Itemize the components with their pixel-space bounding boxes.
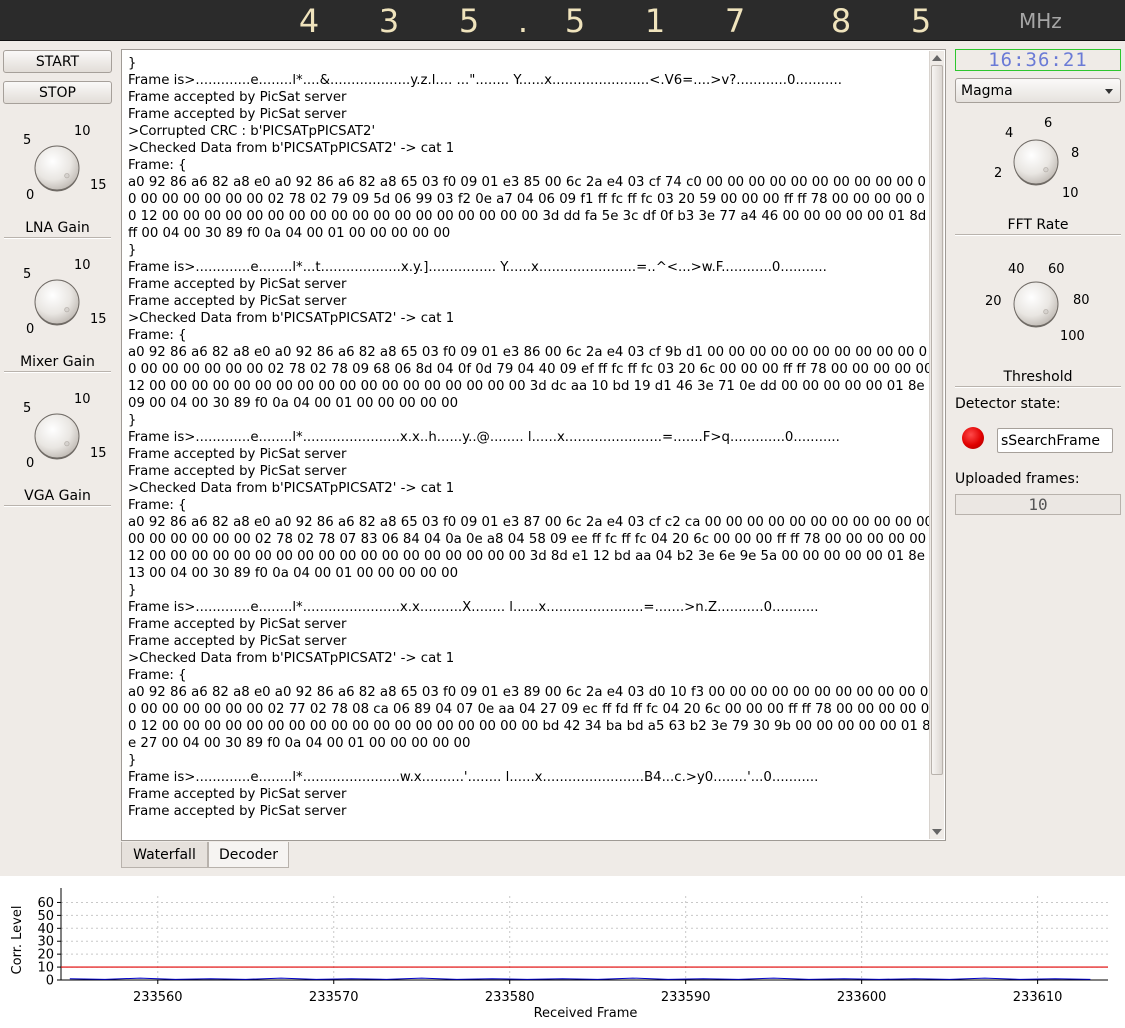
knob-tick-label: 5 — [23, 267, 32, 282]
knob-tick-label: 60 — [1048, 262, 1065, 277]
stop-button[interactable]: STOP — [3, 81, 112, 104]
knob-tick-label: 10 — [74, 124, 91, 139]
separator — [955, 386, 1121, 388]
scroll-up-icon[interactable] — [932, 55, 942, 61]
frequency-digits[interactable]: 4 3 5. 5 1 7 8 5 — [0, 0, 1000, 40]
colormap-value: Magma — [961, 83, 1013, 99]
knob-name-label: Mixer Gain — [20, 354, 95, 370]
x-axis-label: Received Frame — [534, 1006, 638, 1021]
x-tick-label: 233590 — [661, 990, 711, 1005]
y-tick-label: 10 — [37, 961, 54, 976]
log-scrollbar[interactable] — [929, 51, 944, 839]
knob-tick-label: 0 — [26, 456, 35, 471]
y-tick-label: 50 — [37, 909, 54, 924]
gain-knob[interactable] — [31, 276, 83, 328]
knob-tick-label: 15 — [90, 312, 107, 327]
knob-name-label: LNA Gain — [25, 220, 90, 236]
start-button[interactable]: START — [3, 50, 112, 73]
frequency-digit[interactable]: 4 — [299, 1, 319, 41]
fft-rate-knob[interactable] — [1010, 136, 1062, 188]
gain-knob[interactable] — [31, 410, 83, 462]
knob-tick-label: 40 — [1008, 262, 1025, 277]
knob-tick-label: 15 — [90, 178, 107, 193]
correlation-plot: 0102030405060 233560 233570 233580 233590 233… — [10, 888, 1108, 1021]
y-tick-label: 0 — [46, 974, 54, 989]
fft-rate-label: FFT Rate — [1007, 217, 1069, 233]
knob-tick-label: 10 — [74, 392, 91, 407]
uploaded-frames-counter: 10 — [955, 494, 1121, 515]
knob-tick-label: 8 — [1071, 146, 1080, 161]
frequency-decimal-point: . — [517, 2, 529, 40]
threshold-knob[interactable] — [1010, 278, 1062, 330]
x-tick-label: 233570 — [309, 990, 359, 1005]
knob-tick-label: 20 — [985, 294, 1002, 309]
frequency-digit[interactable]: 3 — [379, 1, 399, 41]
detector-led-icon — [962, 427, 984, 449]
knob-tick-label: 0 — [26, 188, 35, 203]
tab-decoder[interactable]: Decoder — [208, 842, 289, 868]
knob-tick-label: 100 — [1060, 329, 1085, 344]
knob-tick-label: 2 — [994, 166, 1003, 181]
y-tick-label: 30 — [37, 935, 54, 950]
tab-waterfall[interactable]: Waterfall — [121, 842, 208, 868]
decoder-log-text: } Frame is>.............e........l*....&… — [128, 56, 934, 819]
knob-tick-label: 80 — [1073, 293, 1090, 308]
clock-display: 16:36:21 — [955, 49, 1121, 71]
separator — [4, 237, 111, 239]
knob-tick-label: 10 — [74, 258, 91, 273]
chevron-down-icon — [1105, 89, 1113, 94]
uploaded-frames-label: Uploaded frames: — [955, 471, 1080, 487]
separator — [4, 505, 111, 507]
detector-state-field: sSearchFrame — [997, 428, 1113, 453]
detector-state-label: Detector state: — [955, 396, 1061, 412]
frequency-digit[interactable]: 5 — [911, 1, 931, 41]
y-axis-label: Corr. Level — [10, 906, 25, 975]
frequency-digit[interactable]: 5 — [459, 1, 479, 41]
separator — [955, 234, 1121, 236]
frequency-digit[interactable]: 7 — [725, 1, 745, 41]
gain-knob[interactable] — [31, 142, 83, 194]
knob-tick-label: 10 — [1062, 186, 1079, 201]
x-tick-label: 233610 — [1013, 990, 1063, 1005]
y-tick-label: 60 — [37, 896, 54, 911]
frequency-digit[interactable]: 5 — [565, 1, 585, 41]
knob-tick-label: 15 — [90, 446, 107, 461]
knob-name-label: VGA Gain — [24, 488, 91, 504]
colormap-select[interactable]: Magma — [955, 78, 1121, 103]
y-tick-label: 40 — [37, 922, 54, 937]
frequency-unit: MHz — [1019, 9, 1062, 33]
decoder-log[interactable]: } Frame is>.............e........l*....&… — [121, 49, 946, 841]
threshold-label: Threshold — [1003, 369, 1073, 385]
scroll-thumb[interactable] — [931, 65, 943, 775]
separator — [4, 371, 111, 373]
frequency-display[interactable]: 4 3 5. 5 1 7 8 5 MHz — [0, 0, 1125, 41]
y-tick-label: 20 — [37, 948, 54, 963]
x-tick-label: 233560 — [133, 990, 183, 1005]
x-tick-label: 233600 — [837, 990, 887, 1005]
frequency-digit[interactable]: 8 — [831, 1, 851, 41]
knob-tick-label: 4 — [1005, 126, 1014, 141]
knob-tick-label: 5 — [23, 401, 32, 416]
knob-tick-label: 5 — [23, 133, 32, 148]
x-tick-label: 233580 — [485, 990, 535, 1005]
scroll-down-icon[interactable] — [932, 829, 942, 835]
knob-tick-label: 6 — [1044, 116, 1053, 131]
frequency-digit[interactable]: 1 — [645, 1, 665, 41]
knob-tick-label: 0 — [26, 322, 35, 337]
correlation-series-line — [69, 977, 1091, 980]
